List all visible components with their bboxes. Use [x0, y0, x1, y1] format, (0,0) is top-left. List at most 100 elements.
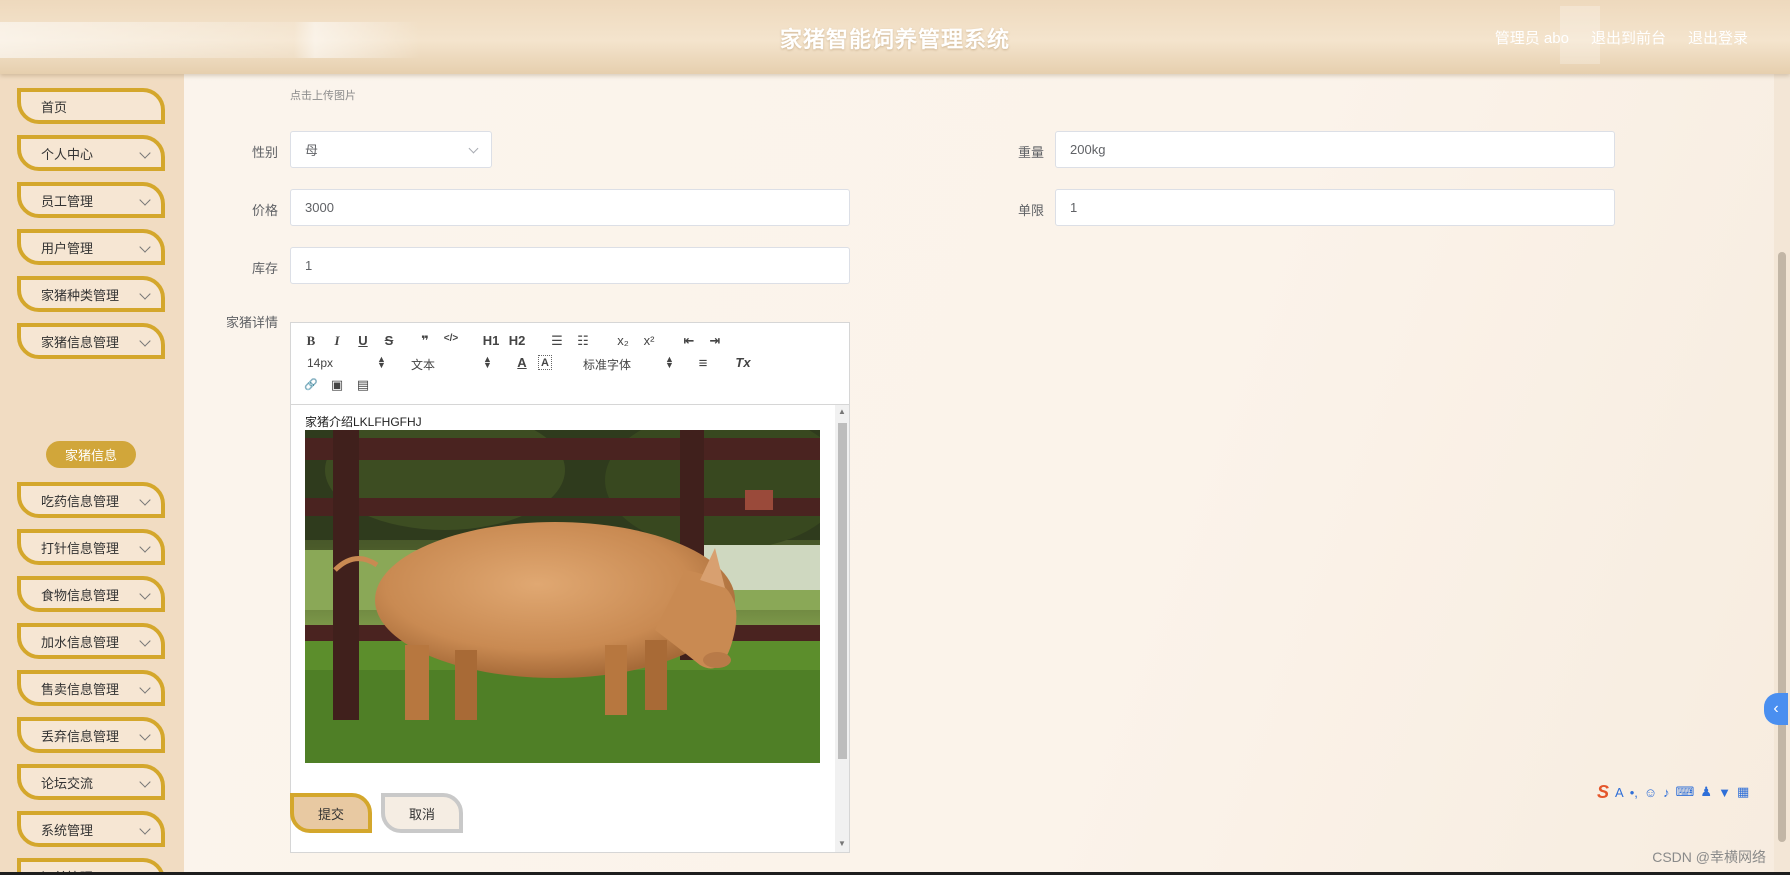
- chevron-down-icon: [139, 194, 151, 206]
- ime-emoji-icon[interactable]: ☺: [1644, 785, 1657, 800]
- ordered-list-button[interactable]: ☰: [547, 333, 567, 349]
- chevron-down-icon: [139, 288, 151, 300]
- sidebar-item-label: 售卖信息管理: [41, 681, 120, 697]
- sidebar-item-system[interactable]: 系统管理: [17, 811, 165, 847]
- text-type-value: 文本: [411, 358, 436, 372]
- weight-label: 重量: [1017, 145, 1044, 160]
- sidebar-item-pig-types[interactable]: 家猪种类管理: [17, 276, 165, 312]
- price-input[interactable]: 3000: [290, 189, 850, 226]
- editor-scroll-thumb[interactable]: [838, 423, 847, 759]
- rich-text-editor: B I U S ❞ </> H1 H2 ☰ ☷ x₂ x² ⇤ ⇥ 14px ▲…: [290, 322, 850, 853]
- chevron-down-icon: [139, 776, 151, 788]
- limit-label: 单限: [1017, 203, 1044, 218]
- sidebar-item-forum[interactable]: 论坛交流: [17, 764, 165, 800]
- scroll-down-icon[interactable]: ▼: [838, 839, 846, 848]
- limit-input[interactable]: 1: [1055, 189, 1615, 226]
- font-size-value: 14px: [307, 356, 334, 370]
- editor-scrollbar[interactable]: ▲ ▼: [835, 405, 849, 852]
- align-button[interactable]: ≡: [693, 355, 713, 372]
- ime-menu-icon[interactable]: ▦: [1737, 784, 1749, 800]
- submit-button[interactable]: 提交: [290, 793, 372, 833]
- watermark: CSDN @幸横网络: [1652, 849, 1766, 865]
- sidebar-item-label: 打针信息管理: [41, 540, 120, 556]
- font-family-select[interactable]: 标准字体 ▲ ▼: [583, 355, 675, 373]
- sidebar-item-label: 家猪信息管理: [41, 334, 120, 350]
- bullet-list-button[interactable]: ☷: [573, 333, 593, 349]
- sidebar-item-label: 系统管理: [41, 822, 94, 838]
- select-arrows-icon: ▲ ▼: [483, 354, 492, 370]
- weight-input[interactable]: 200kg: [1055, 131, 1615, 168]
- quote-button[interactable]: ❞: [415, 333, 435, 349]
- sidebar-item-injection[interactable]: 打针信息管理: [17, 529, 165, 565]
- sidebar-item-food[interactable]: 食物信息管理: [17, 576, 165, 612]
- front-page-link[interactable]: 退出到前台: [1591, 27, 1666, 48]
- ime-logo-icon[interactable]: S: [1597, 782, 1609, 803]
- chevron-down-icon: [139, 335, 151, 347]
- ime-microphone-icon[interactable]: ♪: [1663, 785, 1670, 800]
- font-color-button[interactable]: A: [512, 355, 532, 370]
- chevron-down-icon: [139, 823, 151, 835]
- upload-hint[interactable]: 点击上传图片: [290, 87, 356, 103]
- image-button[interactable]: ▣: [327, 377, 347, 393]
- scroll-up-icon[interactable]: ▲: [838, 407, 846, 416]
- sidebar-item-personal-center[interactable]: 个人中心: [17, 135, 165, 171]
- subscript-button[interactable]: x₂: [613, 333, 633, 348]
- indent-button[interactable]: ⇥: [705, 333, 725, 349]
- video-button[interactable]: ▤: [353, 377, 373, 393]
- cancel-button[interactable]: 取消: [381, 793, 463, 833]
- editor-content-text: 家猪介绍LKLFHGFHJ: [305, 415, 422, 429]
- sidebar-item-sales[interactable]: 售卖信息管理: [17, 670, 165, 706]
- sidebar-item-label: 加水信息管理: [41, 634, 120, 650]
- strike-button[interactable]: S: [379, 333, 399, 348]
- background-color-button[interactable]: A: [538, 355, 552, 370]
- h1-button[interactable]: H1: [481, 333, 501, 348]
- sidebar-item-pig-info[interactable]: 家猪信息管理: [17, 323, 165, 359]
- stock-input[interactable]: 1: [290, 247, 850, 284]
- editor-content-area[interactable]: 家猪介绍LKLFHGFHJ ▲ ▼: [291, 405, 849, 852]
- ime-user-icon[interactable]: ♟: [1700, 784, 1712, 800]
- underline-button[interactable]: U: [353, 333, 373, 348]
- gender-select[interactable]: 母: [290, 131, 492, 168]
- sidebar: 首页 个人中心 员工管理 用户管理 家猪种类管理 家猪信息管理 家猪信息 吃药信…: [0, 74, 184, 875]
- ime-language-icon[interactable]: A: [1615, 785, 1624, 800]
- ime-skin-icon[interactable]: ▼: [1718, 785, 1731, 800]
- superscript-button[interactable]: x²: [639, 333, 659, 348]
- sidebar-item-label: 个人中心: [41, 146, 94, 162]
- sidebar-item-label: 员工管理: [41, 193, 94, 209]
- bold-button[interactable]: B: [301, 333, 321, 349]
- sidebar-item-label: 丢弃信息管理: [41, 728, 120, 744]
- header-links: 管理员 abo 退出到前台 退出登录: [1495, 27, 1748, 48]
- stock-label: 库存: [251, 261, 278, 276]
- link-button[interactable]: 🔗: [301, 378, 321, 391]
- sidebar-item-medicine[interactable]: 吃药信息管理: [17, 482, 165, 518]
- sidebar-item-label: 首页: [41, 99, 68, 115]
- sidebar-item-users[interactable]: 用户管理: [17, 229, 165, 265]
- sidebar-item-home[interactable]: 首页: [17, 88, 165, 124]
- chevron-left-icon[interactable]: ‹: [1764, 693, 1788, 725]
- ime-punctuation-icon[interactable]: •,: [1630, 785, 1638, 800]
- code-button[interactable]: </>: [441, 333, 461, 344]
- stock-value: 1: [305, 258, 313, 273]
- chevron-down-icon: [468, 143, 479, 154]
- logout-link[interactable]: 退出登录: [1688, 27, 1748, 48]
- limit-value: 1: [1070, 200, 1078, 215]
- sidebar-subitem-pig-info[interactable]: 家猪信息: [46, 441, 136, 468]
- sidebar-item-water[interactable]: 加水信息管理: [17, 623, 165, 659]
- clean-format-button[interactable]: Tx: [733, 355, 753, 370]
- sidebar-item-label: 论坛交流: [41, 775, 94, 791]
- top-header: 家猪智能饲养管理系统 管理员 abo 退出到前台 退出登录: [0, 0, 1790, 74]
- chevron-down-icon: [139, 147, 151, 159]
- chevron-down-icon: [139, 494, 151, 506]
- chevron-down-icon: [139, 541, 151, 553]
- sidebar-item-discard[interactable]: 丢弃信息管理: [17, 717, 165, 753]
- page-scroll-thumb[interactable]: [1778, 252, 1786, 842]
- italic-button[interactable]: I: [327, 333, 347, 349]
- text-type-select[interactable]: 文本 ▲ ▼: [411, 354, 493, 373]
- sidebar-item-label: 家猪种类管理: [41, 287, 120, 303]
- font-size-select[interactable]: 14px ▲ ▼: [307, 355, 389, 371]
- ime-keyboard-icon[interactable]: ⌨: [1676, 784, 1695, 800]
- page-scrollbar[interactable]: [1774, 74, 1790, 875]
- outdent-button[interactable]: ⇤: [679, 333, 699, 349]
- sidebar-item-staff[interactable]: 员工管理: [17, 182, 165, 218]
- h2-button[interactable]: H2: [507, 333, 527, 348]
